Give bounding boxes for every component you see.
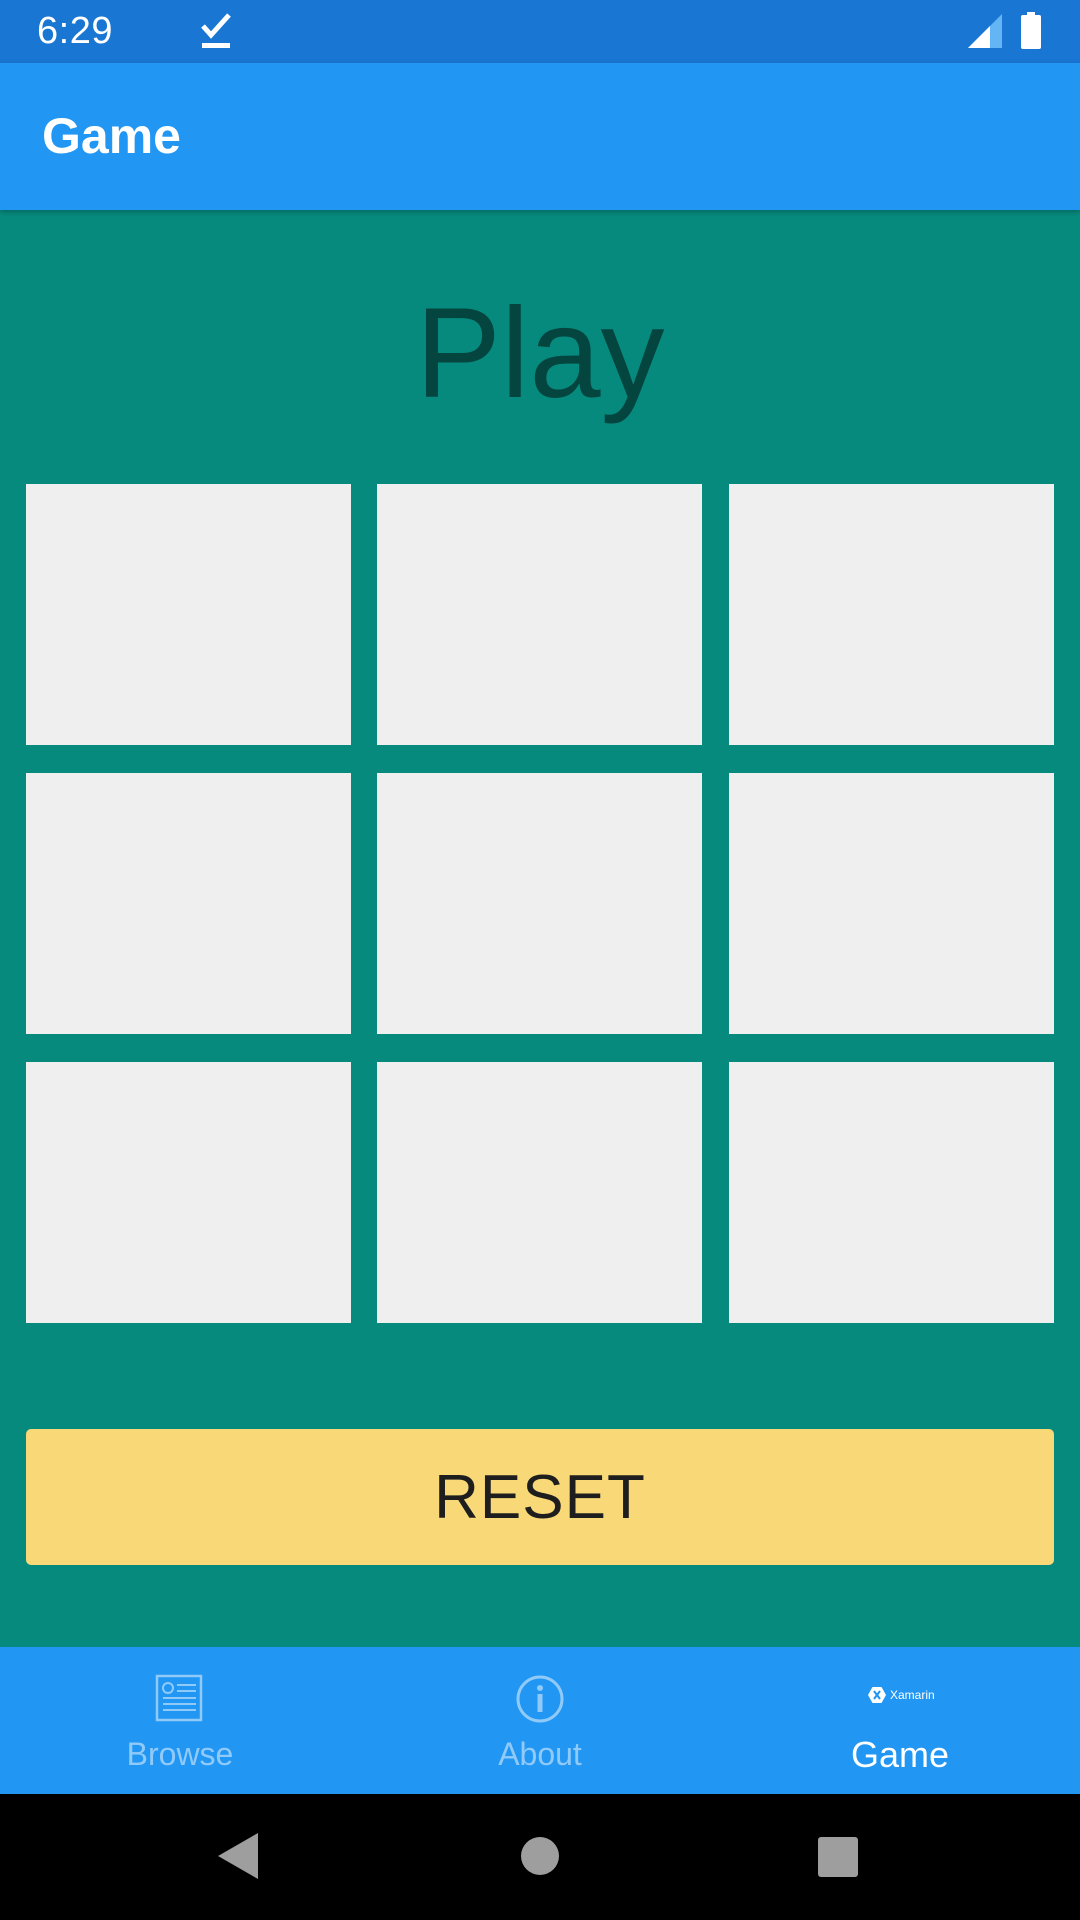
board-cell-9[interactable]: [729, 1062, 1054, 1323]
xamarin-mark-icon: [868, 1687, 886, 1703]
tab-about[interactable]: About: [360, 1647, 720, 1794]
page-title: Game: [42, 108, 181, 164]
status-time: 6:29: [37, 10, 113, 52]
tab-game-label: Game: [850, 1734, 950, 1775]
tab-browse-label: Browse: [126, 1736, 234, 1772]
xamarin-logo-text: Xamarin: [890, 1688, 935, 1702]
board-cell-7[interactable]: [26, 1062, 351, 1323]
board-cell-8[interactable]: [377, 1062, 702, 1323]
status-bar: 6:29: [0, 0, 1080, 63]
battery-icon: [1021, 12, 1041, 49]
tab-about-label: About: [498, 1736, 582, 1772]
checkmark-icon: [201, 13, 231, 48]
board-cell-5[interactable]: [377, 773, 702, 1034]
xamarin-logo: Xamarin: [868, 1685, 948, 1705]
app-bar: Game: [0, 63, 1080, 210]
tab-bar: Browse About Xamarin Game: [0, 1647, 1080, 1794]
board-cell-2[interactable]: [377, 484, 702, 745]
board-cell-6[interactable]: [729, 773, 1054, 1034]
game-board: [26, 484, 1054, 1324]
board-cell-4[interactable]: [26, 773, 351, 1034]
tab-browse[interactable]: Browse: [0, 1647, 360, 1794]
system-nav-bar: [0, 1794, 1080, 1920]
home-icon[interactable]: [521, 1837, 559, 1875]
back-icon[interactable]: [218, 1833, 258, 1879]
recents-icon[interactable]: [818, 1837, 858, 1877]
browse-icon: [155, 1674, 203, 1722]
signal-icon: [968, 14, 1002, 48]
play-heading: Play: [415, 282, 665, 425]
board-cell-1[interactable]: [26, 484, 351, 745]
board-cell-3[interactable]: [729, 484, 1054, 745]
tab-game[interactable]: Xamarin Game: [720, 1647, 1080, 1794]
info-icon: [516, 1675, 564, 1723]
reset-button[interactable]: RESET: [26, 1429, 1054, 1565]
